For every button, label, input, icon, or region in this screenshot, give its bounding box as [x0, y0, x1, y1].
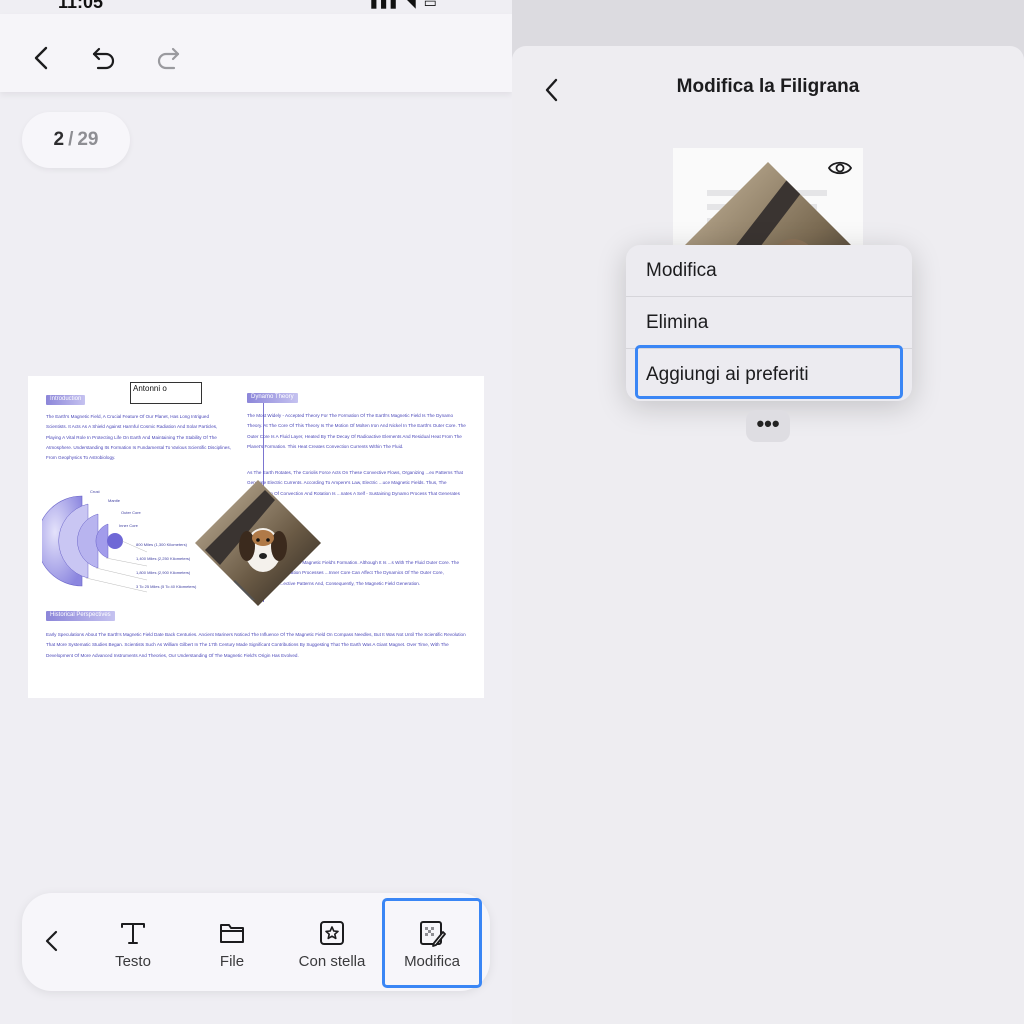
status-icons: ▮▮▮ ◥ ▭: [370, 0, 439, 10]
undo-icon[interactable]: [90, 44, 118, 72]
back-icon[interactable]: [28, 44, 56, 72]
label-mantle: Mantle: [108, 498, 121, 503]
toolbar-text-label: Testo: [115, 953, 151, 970]
right-screen: Modifica la Filigrana Modifica Elimina A…: [512, 0, 1024, 1024]
star-square-icon: [320, 921, 344, 945]
watermark-dog-photo[interactable]: [195, 480, 321, 606]
more-options-button[interactable]: •••: [746, 410, 790, 442]
toolbar-starred-button[interactable]: Con stella: [292, 919, 372, 970]
bottom-toolbar: Testo File Con stella Modifica: [22, 893, 490, 991]
text-stamp[interactable]: Antonni o: [130, 382, 202, 404]
label-outer-core: Outer Core: [121, 510, 141, 515]
left-screen: 11:05 ▮▮▮ ◥ ▭ 2 / 29 Introduction The Ea…: [0, 0, 512, 1024]
toolbar-file-label: File: [219, 953, 245, 970]
label-inner-core: Inner Core: [119, 523, 138, 528]
folder-icon: [220, 924, 244, 943]
favorites-highlight: [635, 345, 903, 399]
document-page[interactable]: Introduction The Earth's Magnetic Field,…: [28, 376, 484, 698]
top-toolbar: [0, 14, 512, 92]
label-depth-2: 1,400 Miles (2,250 Kilometers): [136, 556, 191, 561]
status-bar: 11:05 ▮▮▮ ◥ ▭: [0, 0, 512, 14]
toolbar-text-button[interactable]: Testo: [93, 919, 173, 970]
total-pages: 29: [77, 129, 99, 150]
dynamo-paragraph: The Most Widely - Accepted Theory For Th…: [247, 413, 466, 449]
status-time: 11:05: [58, 0, 104, 12]
section-heading-dynamo: Dynamo Theory: [247, 393, 298, 403]
watermark-sheet: Modifica la Filigrana Modifica Elimina A…: [512, 46, 1024, 1024]
text-icon: [121, 923, 145, 944]
redo-icon[interactable]: [154, 44, 182, 72]
section-heading-introduction: Introduction: [46, 395, 86, 405]
edit-button-highlight: [382, 898, 482, 988]
back-icon[interactable]: [42, 929, 62, 953]
sheet-title: Modifica la Filigrana: [676, 76, 860, 97]
intro-paragraph: The Earth's Magnetic Field, A Crucial Fe…: [46, 414, 231, 461]
label-depth-4: 3 To 25 Miles (5 To 40 Kilometers): [136, 584, 197, 589]
label-crust: Crust: [90, 489, 100, 494]
page-indicator[interactable]: 2 / 29: [22, 112, 130, 168]
eye-icon[interactable]: [827, 158, 853, 178]
menu-item-delete[interactable]: Elimina: [626, 297, 912, 349]
label-depth-1: 800 Miles (1,300 Kilometers): [136, 542, 187, 547]
earth-layers-diagram: [42, 495, 148, 593]
toolbar-file-button[interactable]: File: [192, 919, 272, 970]
page-separator: /: [68, 129, 74, 150]
current-page: 2: [53, 129, 65, 150]
label-depth-3: 1,800 Miles (2,900 Kilometers): [136, 570, 191, 575]
toolbar-starred-label: Con stella: [298, 953, 366, 970]
menu-item-edit[interactable]: Modifica: [626, 245, 912, 297]
watermark-preview[interactable]: [673, 148, 863, 248]
section-heading-historical: Historical Perspectives: [46, 611, 115, 621]
history-paragraph: Early Speculations About The Earth's Mag…: [46, 632, 466, 658]
